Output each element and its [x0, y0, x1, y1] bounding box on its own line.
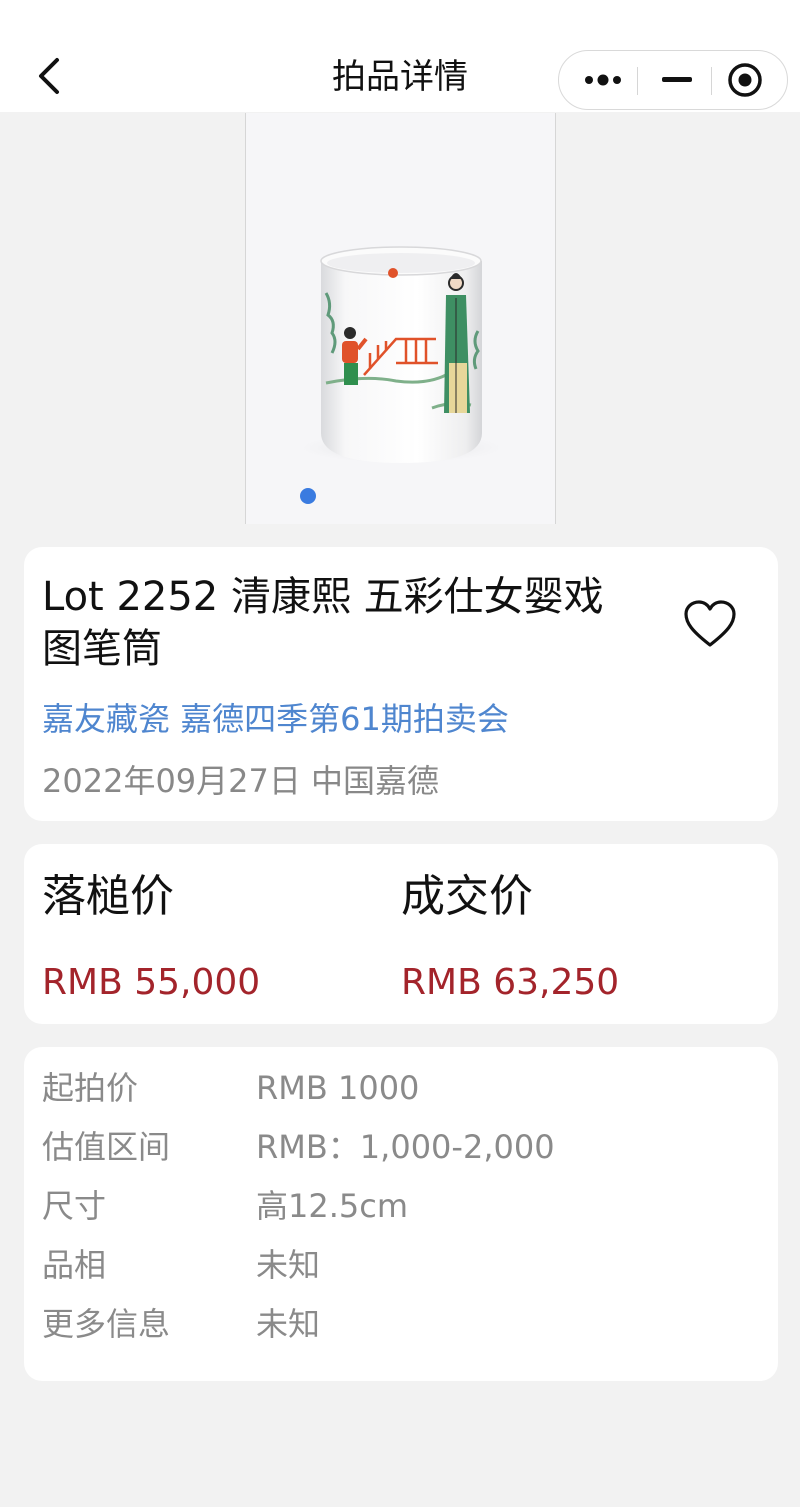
detail-row-size: 尺寸 高12.5cm: [42, 1177, 742, 1235]
minimize-icon: [662, 77, 692, 82]
heart-outline-icon: [684, 600, 736, 647]
hammer-price-value: RMB 55,000: [42, 962, 261, 1003]
details-card: 起拍价 RMB 1000 估值区间 RMB：1,000-2,000 尺寸 高12…: [24, 1047, 778, 1381]
lot-image[interactable]: [246, 113, 555, 524]
detail-row-estimate: 估值区间 RMB：1,000-2,000: [42, 1118, 742, 1176]
close-button[interactable]: [713, 51, 777, 109]
detail-value: RMB 1000: [256, 1069, 420, 1107]
detail-value: 高12.5cm: [256, 1187, 409, 1225]
image-carousel[interactable]: [245, 113, 556, 524]
more-button[interactable]: [573, 51, 633, 109]
detail-key: 尺寸: [42, 1187, 107, 1225]
detail-key: 更多信息: [42, 1305, 171, 1343]
detail-value: 未知: [256, 1246, 321, 1284]
target-close-icon: [728, 63, 762, 97]
lot-info-card: Lot 2252 清康熙 五彩仕女婴戏图笔筒 嘉友藏瓷 嘉德四季第61期拍卖会 …: [24, 547, 778, 821]
lot-title: Lot 2252 清康熙 五彩仕女婴戏图笔筒: [42, 574, 604, 672]
final-price-value: RMB 63,250: [401, 962, 620, 1003]
price-card: 落槌价 RMB 55,000 成交价 RMB 63,250: [24, 844, 778, 1024]
detail-key: 估值区间: [42, 1128, 171, 1166]
auction-link[interactable]: 嘉友藏瓷 嘉德四季第61期拍卖会: [42, 697, 509, 741]
more-dots-icon: [585, 74, 621, 86]
detail-value: 未知: [256, 1305, 321, 1343]
detail-key: 起拍价: [42, 1069, 139, 1107]
minimize-button[interactable]: [647, 51, 707, 109]
final-price-label: 成交价: [401, 871, 533, 922]
carousel-dot-active[interactable]: [300, 488, 316, 504]
hammer-price-label: 落槌价: [42, 871, 174, 922]
navigation-bar: 拍品详情: [0, 0, 800, 112]
auction-date-location: 2022年09月27日 中国嘉德: [42, 762, 440, 800]
mini-program-capsule: [558, 50, 788, 110]
capsule-divider: [637, 67, 638, 95]
detail-row-start-price: 起拍价 RMB 1000: [42, 1059, 742, 1117]
capsule-divider: [711, 67, 712, 95]
detail-value: RMB：1,000-2,000: [256, 1128, 555, 1166]
detail-row-more-info: 更多信息 未知: [42, 1295, 742, 1353]
favorite-button[interactable]: [682, 597, 738, 653]
detail-row-condition: 品相 未知: [42, 1236, 742, 1294]
detail-key: 品相: [42, 1246, 107, 1284]
